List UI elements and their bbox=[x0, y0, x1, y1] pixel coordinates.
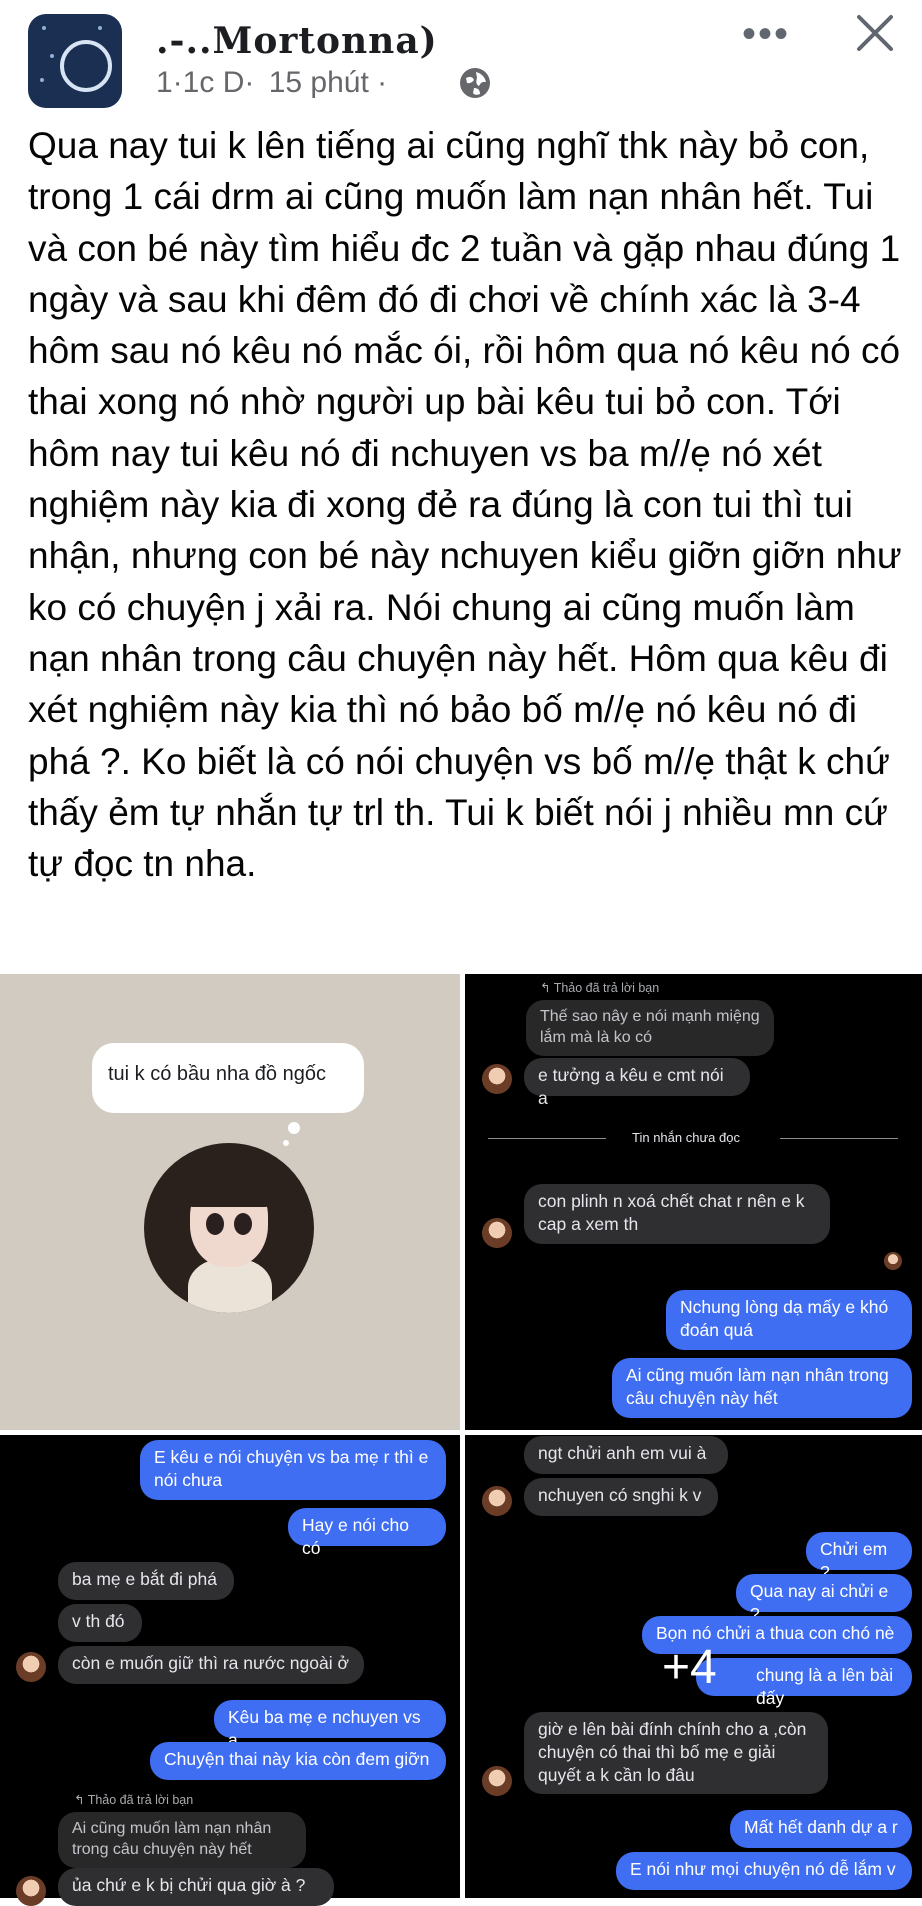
contact-avatar bbox=[482, 1766, 512, 1796]
contact-avatar bbox=[16, 1876, 46, 1906]
more-horizontal-icon[interactable]: ••• bbox=[742, 12, 790, 57]
chat-message: E nói như mọi chuyện nó dễ lắm v bbox=[616, 1852, 912, 1890]
chat-message: ba mẹ e bắt đi phá bbox=[58, 1562, 234, 1600]
chat-message: còn e muốn giữ thì ra nước ngoài ở bbox=[58, 1646, 364, 1684]
reply-note: ↰ Thảo đã trả lời bạn bbox=[540, 981, 660, 995]
chat-message: v th đó bbox=[58, 1604, 142, 1642]
quoted-message: Ai cũng muốn làm nạn nhân trong câu chuy… bbox=[58, 1812, 306, 1868]
post-body: Qua nay tui k lên tiếng ai cũng nghĩ thk… bbox=[28, 120, 908, 889]
chat-message: Chửi em ? bbox=[806, 1532, 912, 1582]
reply-note: ↰ Thảo đã trả lời bạn bbox=[74, 1793, 194, 1807]
author-name[interactable]: .-..Mortonna) bbox=[156, 20, 438, 62]
chat-message: E kêu e nói chuyện vs ba mẹ r thì e nói … bbox=[140, 1440, 446, 1500]
globe-icon bbox=[460, 68, 490, 98]
contact-avatar bbox=[482, 1064, 512, 1094]
author-avatar[interactable] bbox=[28, 14, 122, 108]
unread-divider-label: Tin nhắn chưa đọc bbox=[632, 1130, 740, 1145]
chat-message: Qua nay ai chửi e ? bbox=[736, 1574, 912, 1624]
post-meta: 1·1c D· 15 phút · bbox=[156, 66, 387, 100]
chat-message: Hay e nói cho có bbox=[288, 1508, 446, 1558]
seen-avatar bbox=[884, 1252, 902, 1270]
photo-1-bubble: tui k có bầu nha đồ ngốc bbox=[92, 1043, 364, 1113]
more-photos-count[interactable]: +4 bbox=[662, 1640, 717, 1695]
chat-message: ngt chửi anh em vui à bbox=[524, 1436, 728, 1474]
chat-message: Chuyện thai này kia còn đem giỡn bbox=[150, 1742, 446, 1780]
chat-message: Mất hết danh dự a r bbox=[730, 1810, 912, 1848]
contact-avatar bbox=[16, 1652, 46, 1682]
chat-message: Ai cũng muốn làm nạn nhân trong câu chuy… bbox=[612, 1358, 912, 1418]
contact-avatar bbox=[482, 1218, 512, 1248]
chat-message: nchuyen có snghi k v bbox=[524, 1478, 718, 1516]
doll-profile-image bbox=[144, 1143, 314, 1313]
chat-message: con plinh n xoá chết chat r nên e k cap … bbox=[524, 1184, 830, 1244]
chat-message: Nchung lòng dạ mấy e khó đoán quá bbox=[666, 1290, 912, 1350]
contact-avatar bbox=[482, 1486, 512, 1516]
chat-message: giờ e lên bài đính chính cho a ,còn chuy… bbox=[524, 1712, 828, 1794]
chat-message: ủa chứ e k bị chửi qua giờ à ? bbox=[58, 1868, 334, 1906]
close-icon[interactable] bbox=[852, 10, 898, 56]
quoted-message: Thế sao nây e nói mạnh miệng lắm mà là k… bbox=[526, 1000, 774, 1056]
moon-icon bbox=[60, 40, 112, 92]
post-time-ago: 15 phút · bbox=[268, 66, 388, 99]
post-text: Qua nay tui k lên tiếng ai cũng nghĩ thk… bbox=[28, 125, 902, 885]
chat-message: e tưởng a kêu e cmt nói a bbox=[524, 1058, 750, 1108]
chat-message: chung là a lên bài đấy bbox=[696, 1658, 912, 1708]
chat-message: Kêu ba mẹ e nchuyen vs a bbox=[214, 1700, 446, 1750]
post-time-prefix: 1·1c D· bbox=[156, 66, 255, 99]
